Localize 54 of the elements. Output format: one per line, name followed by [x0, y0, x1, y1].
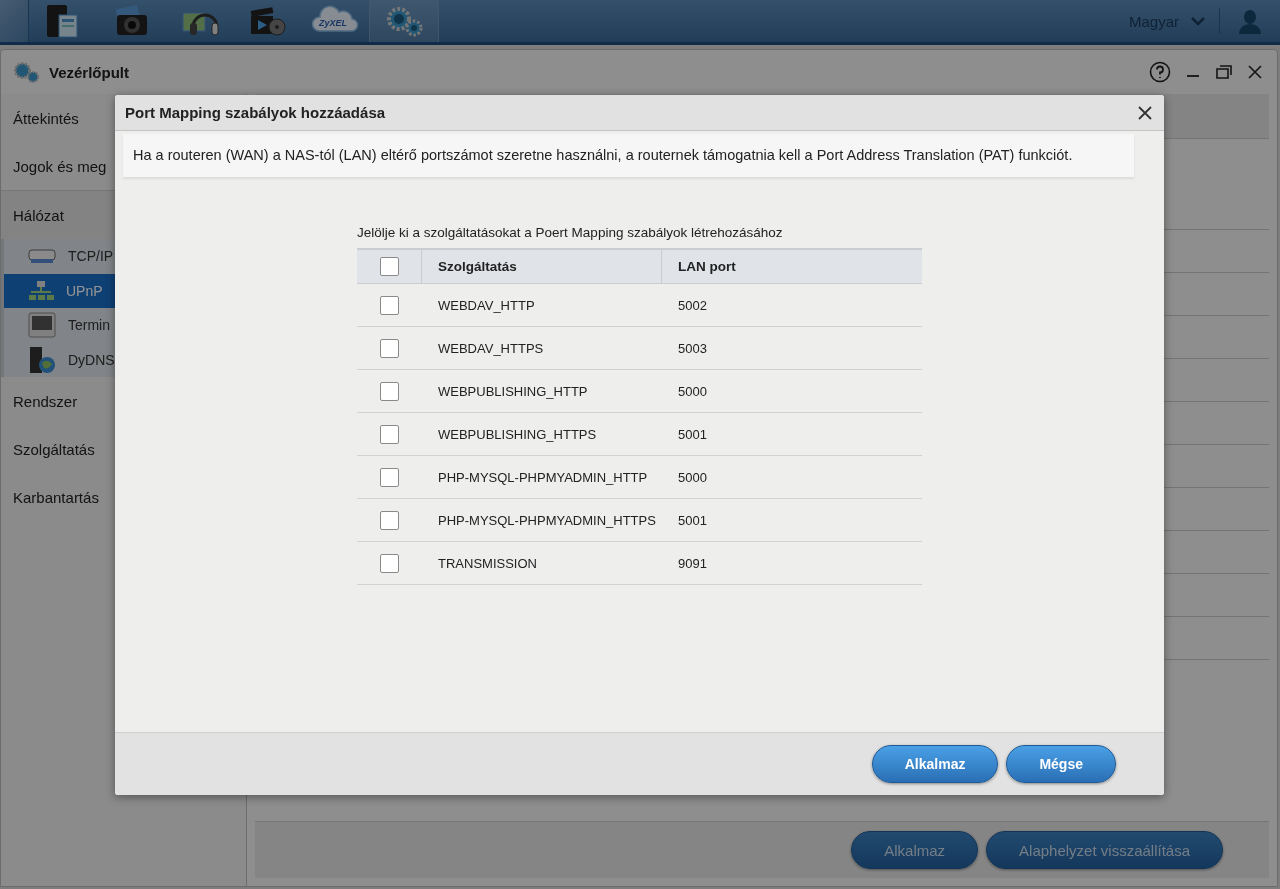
maximize-icon[interactable]	[1215, 64, 1233, 80]
instruction-text: Jelölje ki a szolgáltatásokat a Poert Mapping szabályok létrehozásához	[357, 225, 784, 240]
subitem-label: TCP/IP	[68, 248, 114, 265]
row-checkbox[interactable]	[380, 338, 399, 358]
gears-icon	[384, 4, 424, 38]
table-cell-text: TRANSMISSION	[437, 555, 538, 571]
apply-button[interactable]: Alkalmaz	[851, 831, 979, 869]
corner-panel	[0, 0, 29, 42]
subitem-label: Termin	[68, 317, 110, 334]
row-checkbox[interactable]	[380, 381, 399, 401]
row-checkbox[interactable]	[380, 553, 399, 573]
row-checkbox[interactable]	[380, 510, 399, 530]
close-icon[interactable]	[1247, 64, 1263, 80]
server-globe-icon	[28, 345, 56, 374]
close-icon	[1138, 105, 1152, 120]
table-cell-text: 5000	[677, 469, 708, 485]
gears-icon	[11, 60, 41, 84]
info-text: Ha a routeren (WAN) a NAS-tól (LAN) eltérő portszámot szeretne használni, a routernek támogatnia kell a Port Address Translation (PAT) funkciót.	[123, 134, 1134, 177]
apply-button[interactable]: Alkalmaz	[871, 745, 999, 783]
table-cell-text: WEBDAV_HTTP	[437, 297, 536, 313]
row-checkbox[interactable]	[380, 467, 399, 487]
table-cell-text: 5001	[677, 512, 708, 528]
app-launcher[interactable]: ZyXEL	[301, 0, 369, 42]
select-all-checkbox[interactable]	[379, 257, 399, 276]
dialog-title: Port Mapping szabályok hozzáadása	[125, 104, 387, 121]
cloud-logo-text: ZyXEL	[319, 18, 347, 28]
help-icon[interactable]	[1149, 61, 1171, 83]
table-cell-text: 5000	[677, 383, 708, 399]
subitem-label: UPnP	[66, 282, 103, 299]
window-title: Vezérlőpult	[49, 63, 131, 81]
column-header: Szolgáltatás	[422, 250, 662, 283]
table-cell-text: PHP-MYSQL-PHPMYADMIN_HTTP	[437, 469, 649, 485]
table-cell-text: 5003	[677, 340, 708, 356]
sidebar-subitem[interactable]: TCP/IP	[4, 239, 246, 274]
network-icon	[28, 279, 54, 302]
table-cell-text: PHP-MYSQL-PHPMYADMIN_HTTPS	[437, 512, 657, 528]
table-cell-text: WEBPUBLISHING_HTTP	[437, 383, 589, 399]
sidebar-subitem[interactable]: DyDNS	[4, 342, 246, 377]
table-cell-text: 5001	[677, 426, 708, 442]
table-cell-text: 5002	[677, 297, 708, 313]
table-cell-text: WEBDAV_HTTPS	[437, 340, 545, 356]
table-cell-text: WEBPUBLISHING_HTTPS	[437, 426, 598, 442]
chevron-down-icon	[1191, 16, 1205, 26]
column-header: LAN port	[677, 258, 737, 276]
reset-button[interactable]: Alaphelyzet visszaállítása	[986, 831, 1223, 869]
row-checkbox[interactable]	[380, 424, 399, 444]
row-checkbox[interactable]	[380, 295, 399, 315]
terminal-icon	[28, 312, 56, 339]
table-cell-text: 9091	[677, 555, 708, 571]
close-button[interactable]	[1136, 103, 1154, 122]
cancel-button[interactable]: Mégse	[1006, 745, 1116, 783]
user-icon	[1237, 8, 1263, 34]
sidebar-subitem[interactable]: Termin	[4, 308, 246, 343]
subitem-label: DyDNS	[68, 351, 115, 368]
